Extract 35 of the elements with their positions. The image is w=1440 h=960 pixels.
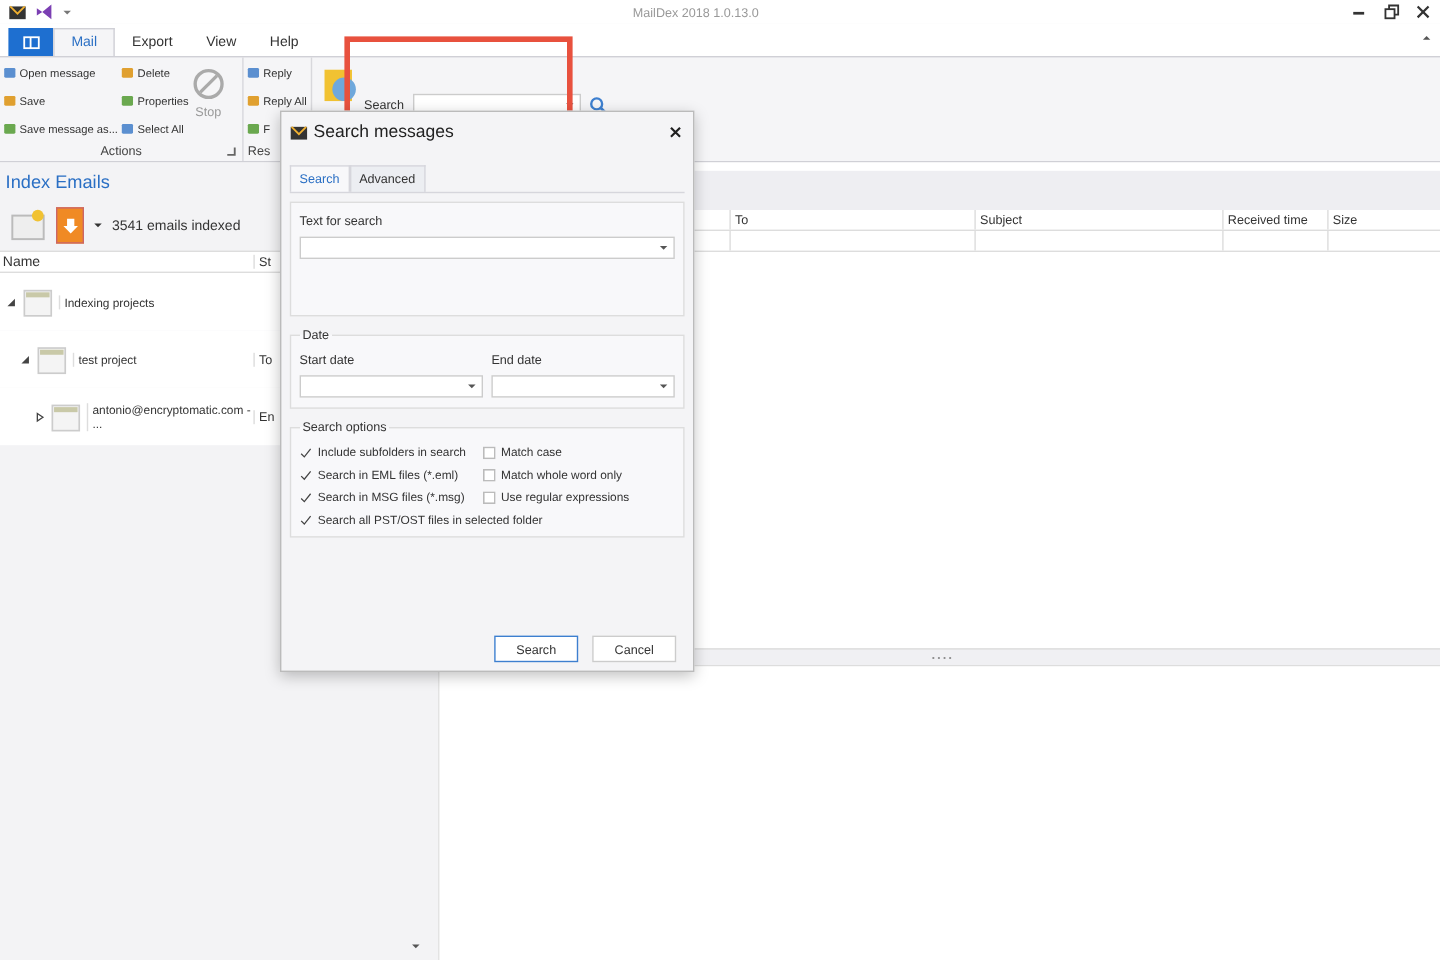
tile-icon [120,65,135,80]
tile-icon [2,65,17,80]
start-date-picker[interactable] [299,375,483,398]
checkbox[interactable] [482,490,496,504]
caret-icon [658,380,670,392]
restore-icon[interactable] [1381,2,1400,21]
checkbox[interactable] [482,445,496,459]
tile-icon [120,93,135,108]
expander-icon[interactable] [33,410,45,423]
expander-icon[interactable] [5,296,17,308]
dialog-title: Search messages [313,121,454,142]
close-icon[interactable] [666,122,685,141]
collapse-ribbon-icon[interactable] [1421,32,1433,44]
tile-icon [120,121,135,136]
close-icon[interactable] [1414,2,1433,21]
prohibited-icon [191,67,226,101]
pane-title: Index Emails [5,170,110,192]
envelope-icon [289,122,308,141]
scroll-down-icon[interactable] [410,940,422,952]
caret-icon[interactable] [92,219,104,231]
tile-icon [246,121,261,136]
tile-icon [2,93,17,108]
panel-icon [21,32,40,52]
file-menu-button[interactable] [8,28,54,56]
caret-icon [466,380,478,392]
dialog-launcher-icon[interactable] [225,145,237,157]
caret-icon [658,242,670,254]
checkbox[interactable] [482,468,496,481]
tile-icon [246,93,261,108]
expander-icon[interactable] [19,353,31,365]
download-arrow-icon [60,216,80,235]
tile-icon [2,121,17,136]
tile-icon [246,65,261,80]
envelope-icon[interactable] [8,2,27,21]
download-button[interactable] [56,207,84,244]
